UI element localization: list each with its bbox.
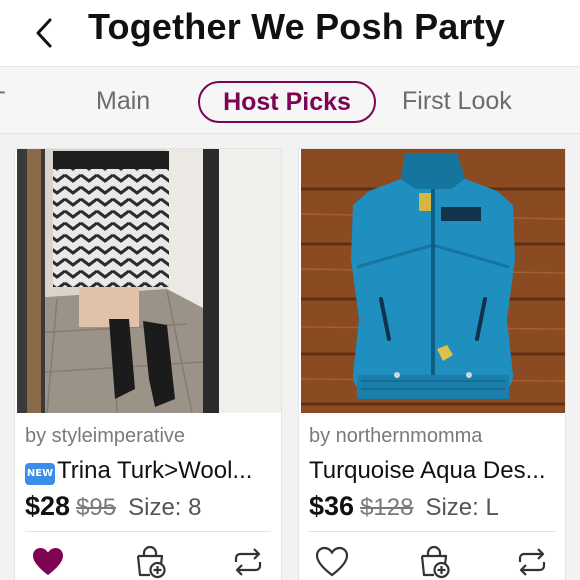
tab-main[interactable]: Main — [96, 81, 150, 123]
original-price: $128 — [360, 494, 414, 521]
tab-first-look[interactable]: First Look — [402, 81, 512, 123]
divider — [309, 531, 555, 532]
listing-card[interactable]: by styleimperative NEW Trina Turk>Wool...… — [14, 148, 282, 580]
header: Together We Posh Party — [0, 0, 580, 64]
bundle-add-icon[interactable] — [133, 545, 167, 579]
listing-title-text: Trina Turk>Wool... — [57, 457, 253, 484]
tab-bar: T Main Host Picks First Look — [0, 66, 580, 134]
tab-partial[interactable]: T — [0, 81, 10, 123]
divider — [25, 531, 271, 532]
listing-card[interactable]: by northernmomma Turquoise Aqua Des... $… — [298, 148, 566, 580]
price-line: $36 $128 Size: L — [309, 491, 499, 522]
chevron-left-icon[interactable] — [30, 16, 58, 50]
heart-outline-icon[interactable] — [315, 545, 349, 579]
price-line: $28 $95 Size: 8 — [25, 491, 201, 522]
size-label: Size: L — [425, 494, 499, 521]
share-icon[interactable] — [231, 545, 265, 579]
listing-photo[interactable] — [301, 149, 565, 413]
original-price: $95 — [76, 494, 117, 521]
listing-photo[interactable] — [17, 149, 281, 413]
price: $28 — [25, 491, 71, 521]
tab-host-picks[interactable]: Host Picks — [198, 81, 376, 123]
listing-actions — [299, 541, 567, 580]
listing-title[interactable]: NEW Trina Turk>Wool... — [25, 457, 277, 485]
listing-grid: by styleimperative NEW Trina Turk>Wool...… — [0, 134, 580, 580]
price: $36 — [309, 491, 355, 521]
seller-name[interactable]: by styleimperative — [25, 425, 185, 448]
size-label: Size: 8 — [128, 494, 202, 521]
share-icon[interactable] — [515, 545, 549, 579]
heart-filled-icon[interactable] — [31, 545, 65, 579]
listing-actions — [15, 541, 283, 580]
page-title: Together We Posh Party — [88, 6, 506, 47]
new-badge-icon: NEW — [25, 463, 55, 485]
seller-name[interactable]: by northernmomma — [309, 425, 482, 448]
listing-title[interactable]: Turquoise Aqua Des... — [309, 457, 561, 485]
bundle-add-icon[interactable] — [417, 545, 451, 579]
